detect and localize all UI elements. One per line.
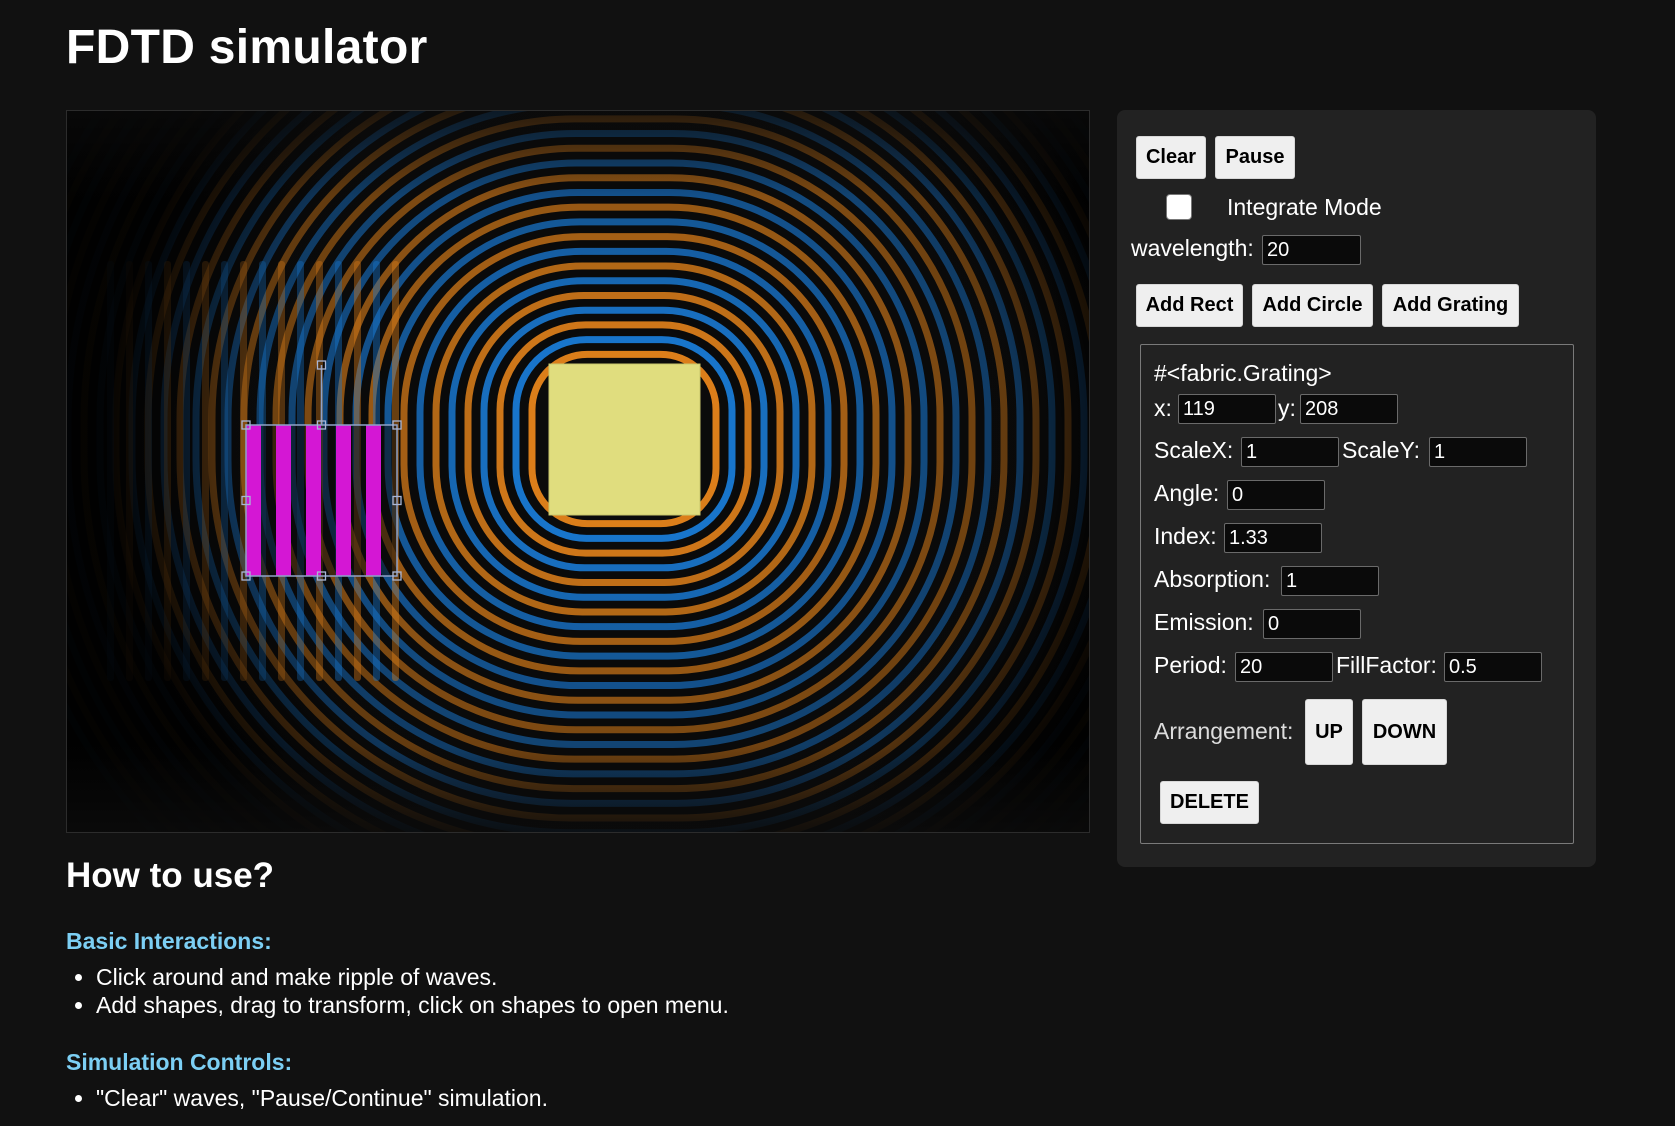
x-label: x:: [1154, 395, 1172, 421]
grating-bar: [276, 425, 291, 576]
simulation-canvas[interactable]: [66, 110, 1090, 833]
wave-field[interactable]: [67, 111, 1089, 832]
fillfactor-input[interactable]: [1444, 652, 1542, 682]
shape-type-header: #<fabric.Grating>: [1154, 360, 1332, 386]
absorption-label: Absorption:: [1154, 566, 1271, 592]
integrate-mode-checkbox[interactable]: [1166, 194, 1192, 220]
scalex-label: ScaleX:: [1154, 437, 1234, 463]
delete-button[interactable]: DELETE: [1160, 781, 1259, 824]
how-to-title: How to use?: [66, 856, 275, 895]
integrate-mode-label: Integrate Mode: [1227, 194, 1382, 220]
list-item: Add shapes, drag to transform, click on …: [96, 991, 1066, 1019]
emission-input[interactable]: [1263, 609, 1361, 639]
scaley-input[interactable]: [1429, 437, 1527, 467]
grating-bar: [306, 425, 321, 576]
y-input[interactable]: [1300, 394, 1398, 424]
index-label: Index:: [1154, 523, 1217, 549]
properties-panel: #<fabric.Grating> x: y: ScaleX: ScaleY: …: [1140, 344, 1574, 844]
grating-bar: [246, 425, 261, 576]
period-input[interactable]: [1235, 652, 1333, 682]
fillfactor-label: FillFactor:: [1336, 652, 1437, 678]
down-button[interactable]: DOWN: [1362, 699, 1447, 765]
wavelength-input[interactable]: [1262, 235, 1361, 265]
scalex-input[interactable]: [1241, 437, 1339, 467]
pause-button[interactable]: Pause: [1215, 136, 1295, 179]
simulation-controls-title: Simulation Controls:: [66, 1049, 293, 1075]
clear-button[interactable]: Clear: [1136, 136, 1206, 179]
grating-bar: [336, 425, 351, 576]
emission-label: Emission:: [1154, 609, 1254, 635]
absorption-input[interactable]: [1281, 566, 1379, 596]
x-input[interactable]: [1178, 394, 1276, 424]
y-label: y:: [1278, 395, 1296, 421]
scaley-label: ScaleY:: [1342, 437, 1420, 463]
add-rect-button[interactable]: Add Rect: [1136, 284, 1243, 327]
basic-interactions-list: Click around and make ripple of waves. A…: [66, 963, 1066, 1019]
control-panel: Clear Pause Integrate Mode wavelength: A…: [1117, 110, 1596, 867]
add-grating-button[interactable]: Add Grating: [1382, 284, 1519, 327]
index-input[interactable]: [1224, 523, 1322, 553]
list-item: Click around and make ripple of waves.: [96, 963, 1066, 991]
how-to-section: How to use? Basic Interactions: Click ar…: [66, 856, 1066, 1112]
wavelength-label: wavelength:: [1131, 235, 1254, 261]
simulation-controls-list: "Clear" waves, "Pause/Continue" simulati…: [66, 1084, 1066, 1112]
angle-input[interactable]: [1227, 480, 1325, 510]
arrangement-label: Arrangement:: [1154, 718, 1294, 744]
grating-bar: [366, 425, 381, 576]
period-label: Period:: [1154, 652, 1227, 678]
up-button[interactable]: UP: [1305, 699, 1353, 765]
grating-shape[interactable]: [246, 425, 397, 576]
rect-shape[interactable]: [548, 363, 701, 516]
page-title: FDTD simulator: [66, 21, 428, 74]
basic-interactions-title: Basic Interactions:: [66, 928, 272, 954]
angle-label: Angle:: [1154, 480, 1220, 506]
add-circle-button[interactable]: Add Circle: [1252, 284, 1373, 327]
list-item: "Clear" waves, "Pause/Continue" simulati…: [96, 1084, 1066, 1112]
